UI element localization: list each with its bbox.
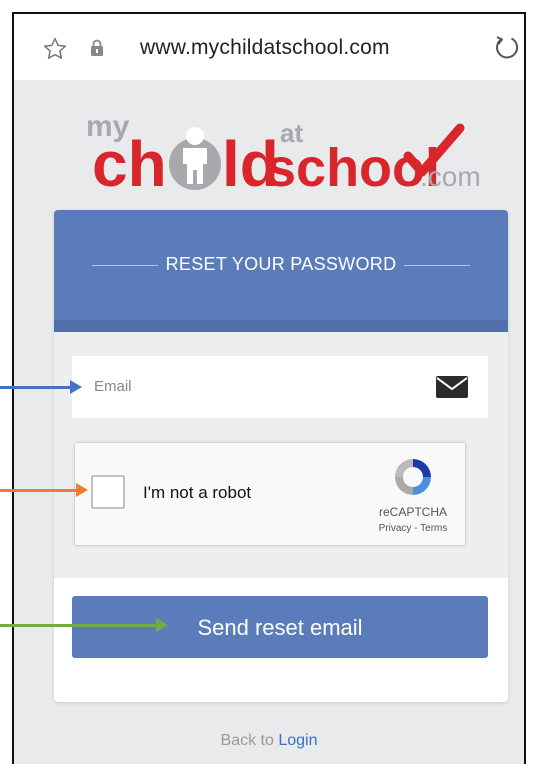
annotation-arrow-send [0,618,168,632]
recaptcha-checkbox[interactable] [91,475,125,509]
card-header: RESET YOUR PASSWORD [54,210,508,320]
recaptcha-widget: I'm not a robot reCAPTCHA Privacy - Term… [74,442,466,546]
mychildatschool-logo: my ch ld at school .com [86,110,481,196]
login-link[interactable]: Login [278,732,317,749]
reset-password-card: RESET YOUR PASSWORD Email I'm not a robo… [54,210,508,702]
header-rule-right [404,265,470,266]
annotation-arrow-captcha [0,483,88,497]
header-strip [54,320,508,332]
recaptcha-brand: reCAPTCHA [378,505,447,519]
email-field[interactable]: Email [72,356,488,418]
back-to-login: Back to Login [14,732,524,750]
email-placeholder[interactable]: Email [94,378,132,395]
reload-icon[interactable] [492,34,520,62]
logo-com: .com [420,161,481,192]
star-icon[interactable] [42,36,68,62]
recaptcha-label: I'm not a robot [143,483,252,502]
recaptcha-icon [395,459,431,495]
phone-screen: www.mychildatschool.com my ch ld at scho… [12,12,526,764]
lock-icon [91,39,103,56]
browser-address-bar: www.mychildatschool.com [14,14,524,80]
recaptcha-privacy-terms[interactable]: Privacy - Terms [365,523,461,534]
logo-ch: ch [92,128,167,196]
back-to-text: Back to [220,732,279,749]
envelope-icon [436,376,468,398]
annotation-arrow-email [0,380,82,394]
send-reset-email-button[interactable]: Send reset email [72,596,488,658]
url-text[interactable]: www.mychildatschool.com [140,36,440,60]
